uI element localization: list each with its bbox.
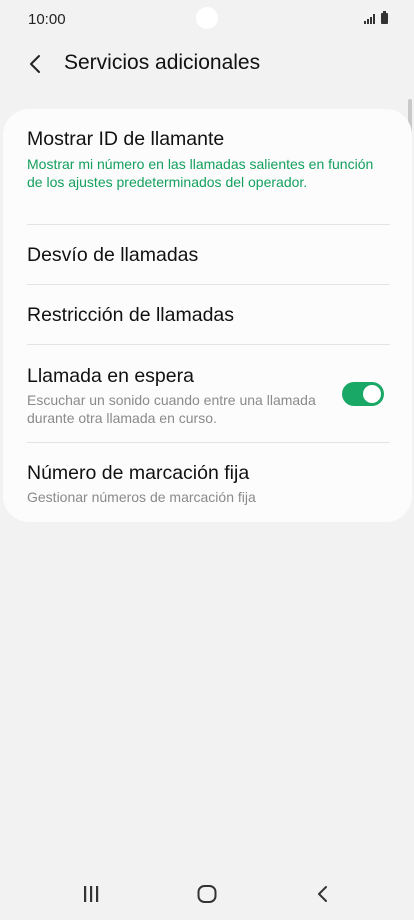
toggle-knob: [363, 385, 381, 403]
settings-card: Mostrar ID de llamante Mostrar mi número…: [3, 109, 412, 522]
status-time: 10:00: [28, 11, 66, 28]
list-item-subtitle: Escuchar un sonido cuando entre una llam…: [27, 392, 316, 426]
status-bar: 10:00: [0, 0, 414, 38]
signal-icon: [364, 14, 375, 24]
divider: [27, 442, 390, 443]
list-item-subtitle: Gestionar números de marcación fija: [27, 489, 256, 505]
list-item-title: Llamada en espera: [27, 365, 194, 387]
back-icon: [318, 886, 327, 902]
battery-icon: [381, 11, 388, 24]
status-icons: [364, 11, 388, 24]
chevron-left-icon: [30, 55, 40, 73]
list-item-subtitle: Mostrar mi número en las llamadas salien…: [27, 156, 374, 190]
home-button[interactable]: [187, 880, 227, 908]
list-item-call-waiting[interactable]: Llamada en espera Escuchar un sonido cua…: [27, 364, 332, 427]
camera-cutout: [196, 7, 218, 29]
divider: [27, 344, 390, 345]
page-title: Servicios adicionales: [64, 51, 261, 74]
list-item-fixed-dialing[interactable]: Número de marcación fija Gestionar númer…: [27, 461, 390, 506]
divider: [27, 224, 390, 225]
list-item-caller-id[interactable]: Mostrar ID de llamante Mostrar mi número…: [27, 127, 390, 191]
screen: 10:00 Servicios adicionales Mostrar ID d…: [0, 0, 414, 920]
call-waiting-toggle[interactable]: [342, 382, 384, 406]
list-item-call-forwarding[interactable]: Desvío de llamadas: [27, 243, 390, 267]
list-item-title: Desvío de llamadas: [27, 244, 199, 266]
nav-back-button[interactable]: [303, 880, 343, 908]
list-item-call-barring[interactable]: Restricción de llamadas: [27, 303, 390, 327]
navigation-bar: [0, 866, 414, 920]
recent-apps-icon: [84, 886, 99, 902]
app-bar: Servicios adicionales: [0, 42, 414, 86]
list-item-title: Número de marcación fija: [27, 462, 250, 484]
list-item-title: Restricción de llamadas: [27, 304, 235, 326]
divider: [27, 284, 390, 285]
back-button[interactable]: [18, 46, 54, 82]
home-icon: [197, 885, 217, 903]
list-item-title: Mostrar ID de llamante: [27, 128, 225, 150]
recent-apps-button[interactable]: [71, 880, 111, 908]
